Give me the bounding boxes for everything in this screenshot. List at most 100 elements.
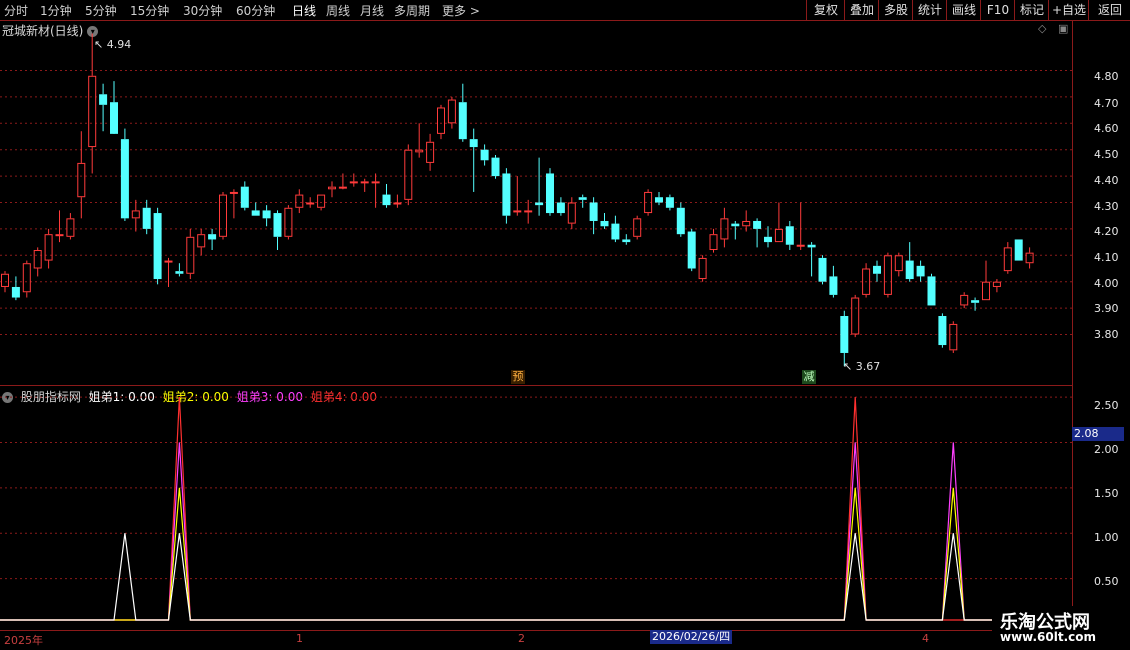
candle[interactable] bbox=[55, 210, 64, 243]
f10-button[interactable]: F10 bbox=[980, 0, 1015, 20]
candle[interactable] bbox=[894, 252, 903, 277]
mark-button[interactable]: 标记 bbox=[1014, 0, 1049, 20]
candle[interactable] bbox=[502, 168, 511, 224]
candle[interactable] bbox=[600, 213, 609, 229]
candle[interactable] bbox=[164, 257, 173, 287]
candle[interactable] bbox=[66, 213, 75, 240]
tab-5min[interactable]: 5分钟 bbox=[85, 2, 117, 19]
candlestick-chart[interactable] bbox=[0, 20, 1072, 385]
tab-multi-period[interactable]: 多周期 bbox=[394, 2, 430, 19]
candle[interactable] bbox=[796, 202, 805, 251]
candle[interactable] bbox=[1025, 247, 1034, 269]
candle[interactable] bbox=[818, 255, 827, 285]
add-watchlist-button[interactable]: +自选 bbox=[1048, 0, 1089, 20]
candle[interactable] bbox=[567, 197, 576, 229]
candle[interactable] bbox=[633, 215, 642, 240]
candle[interactable] bbox=[611, 215, 620, 243]
candle[interactable] bbox=[949, 321, 958, 353]
jian-marker[interactable]: 减 bbox=[802, 370, 816, 384]
candle[interactable] bbox=[110, 81, 118, 134]
candle[interactable] bbox=[709, 228, 718, 253]
candle[interactable] bbox=[120, 128, 129, 221]
candle[interactable] bbox=[44, 228, 53, 269]
candle[interactable] bbox=[480, 144, 489, 166]
candle[interactable] bbox=[349, 173, 358, 187]
candle[interactable] bbox=[197, 228, 206, 256]
candle[interactable] bbox=[393, 194, 402, 208]
tab-30min[interactable]: 30分钟 bbox=[183, 2, 222, 19]
candle[interactable] bbox=[306, 197, 315, 208]
candle[interactable] bbox=[229, 189, 238, 219]
candle[interactable] bbox=[1003, 242, 1012, 274]
candle[interactable] bbox=[251, 202, 260, 216]
candle[interactable] bbox=[415, 123, 424, 158]
candle[interactable] bbox=[960, 292, 969, 309]
candle[interactable] bbox=[33, 247, 42, 277]
candle[interactable] bbox=[546, 168, 554, 216]
candle[interactable] bbox=[447, 96, 456, 129]
candle[interactable] bbox=[1014, 239, 1023, 261]
tab-daily[interactable]: 日线 bbox=[292, 2, 316, 19]
candle[interactable] bbox=[687, 228, 696, 272]
candle[interactable] bbox=[873, 260, 881, 282]
candle[interactable] bbox=[698, 255, 707, 282]
candle[interactable] bbox=[208, 228, 217, 251]
candle[interactable] bbox=[556, 197, 565, 216]
candle[interactable] bbox=[720, 207, 729, 248]
candle[interactable] bbox=[927, 273, 936, 306]
candle[interactable] bbox=[371, 173, 380, 208]
candle[interactable] bbox=[153, 207, 162, 285]
candle[interactable] bbox=[142, 199, 151, 235]
fuquan-button[interactable]: 复权 bbox=[806, 0, 845, 20]
multi-stock-button[interactable]: 多股 bbox=[878, 0, 913, 20]
candle[interactable] bbox=[622, 234, 631, 245]
candle[interactable] bbox=[829, 265, 838, 298]
candle[interactable] bbox=[655, 191, 663, 206]
candle[interactable] bbox=[175, 263, 184, 277]
candle[interactable] bbox=[938, 313, 947, 348]
candle[interactable] bbox=[240, 181, 249, 211]
candle[interactable] bbox=[458, 83, 467, 142]
tab-weekly[interactable]: 周线 bbox=[326, 2, 350, 19]
candle[interactable] bbox=[513, 176, 522, 216]
tab-more[interactable]: 更多 > bbox=[442, 2, 480, 19]
candle[interactable] bbox=[665, 194, 674, 211]
candle[interactable] bbox=[578, 194, 587, 208]
tab-monthly[interactable]: 月线 bbox=[360, 2, 384, 19]
candle[interactable] bbox=[731, 220, 740, 240]
candle[interactable] bbox=[774, 202, 783, 243]
candle[interactable] bbox=[535, 157, 544, 216]
candle[interactable] bbox=[262, 205, 271, 227]
tab-fenshi[interactable]: 分时 bbox=[4, 2, 28, 19]
draw-line-button[interactable]: 画线 bbox=[946, 0, 981, 20]
overlay-button[interactable]: 叠加 bbox=[844, 0, 879, 20]
candle[interactable] bbox=[437, 104, 445, 140]
candle[interactable] bbox=[971, 297, 980, 311]
indicator-chart[interactable] bbox=[0, 386, 1072, 630]
candle[interactable] bbox=[862, 263, 871, 298]
candle[interactable] bbox=[742, 210, 751, 232]
candle[interactable] bbox=[11, 276, 20, 301]
candle[interactable] bbox=[99, 83, 108, 132]
tab-60min[interactable]: 60分钟 bbox=[236, 2, 275, 19]
candle[interactable] bbox=[753, 218, 762, 248]
candle[interactable] bbox=[524, 199, 533, 224]
candle[interactable] bbox=[676, 202, 685, 237]
candle[interactable] bbox=[905, 242, 914, 282]
back-button[interactable]: 返回 bbox=[1088, 0, 1130, 20]
candle[interactable] bbox=[807, 242, 816, 277]
candle[interactable] bbox=[840, 310, 849, 367]
candle[interactable] bbox=[88, 33, 97, 174]
candle[interactable] bbox=[77, 131, 86, 219]
candle[interactable] bbox=[328, 181, 336, 198]
candle[interactable] bbox=[404, 144, 413, 206]
candle[interactable] bbox=[219, 191, 227, 240]
candle[interactable] bbox=[186, 228, 195, 280]
tab-15min[interactable]: 15分钟 bbox=[130, 2, 169, 19]
candle[interactable] bbox=[883, 252, 892, 298]
candle[interactable] bbox=[295, 189, 304, 214]
yu-marker[interactable]: 预 bbox=[511, 370, 525, 384]
candle[interactable] bbox=[284, 205, 293, 240]
candle[interactable] bbox=[764, 226, 772, 248]
candle[interactable] bbox=[273, 210, 282, 251]
